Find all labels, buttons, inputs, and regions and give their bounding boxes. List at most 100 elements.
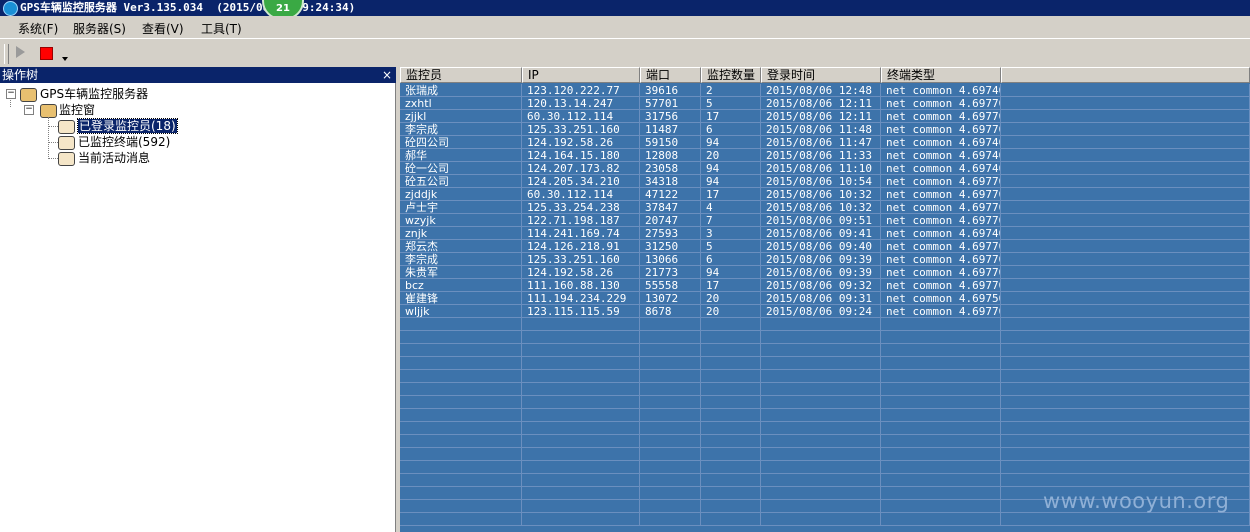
table-cell bbox=[881, 370, 1001, 383]
table-row[interactable]: wzyjk 122.71.198.187 20747 7 2015/08/06 09:5… bbox=[400, 214, 1250, 227]
table-row[interactable]: 李宗成 125.33.251.160 13066 6 2015/08/06 09:39 n… bbox=[400, 253, 1250, 266]
table-cell bbox=[640, 331, 701, 344]
panel-title: 操作树 bbox=[2, 68, 39, 82]
collapse-root-icon[interactable]: − bbox=[6, 89, 16, 99]
table-row[interactable]: wljjk 123.115.115.59 8678 20 2015/08/06 09:2… bbox=[400, 305, 1250, 318]
table-row[interactable]: 郑云杰 124.126.218.91 31250 5 2015/08/06 09:40 n… bbox=[400, 240, 1250, 253]
table-cell bbox=[701, 448, 761, 461]
tree-item-messages[interactable]: 当前活动消息 bbox=[78, 150, 150, 166]
table-row[interactable] bbox=[400, 331, 1250, 344]
table-cell: 2015/08/06 09:40 bbox=[761, 240, 881, 253]
table-row[interactable] bbox=[400, 513, 1250, 526]
table-row[interactable]: zjddjk 60.30.112.114 47122 17 2015/08/06 10:… bbox=[400, 188, 1250, 201]
table-cell bbox=[1001, 110, 1250, 123]
table-row[interactable] bbox=[400, 344, 1250, 357]
menu-system[interactable]: 系统(F) bbox=[18, 20, 58, 37]
table-row[interactable] bbox=[400, 318, 1250, 331]
tree-item-terminals[interactable]: 已监控终端(592) bbox=[78, 134, 170, 150]
table-cell: 120.13.14.247 bbox=[522, 97, 640, 110]
tree-root[interactable]: GPS车辆监控服务器 bbox=[40, 86, 148, 102]
table-cell: 31756 bbox=[640, 110, 701, 123]
table-row[interactable] bbox=[400, 474, 1250, 487]
table-cell: 17 bbox=[701, 188, 761, 201]
column-header-ip[interactable]: IP bbox=[522, 67, 640, 83]
tree-branch-monitor[interactable]: 监控窗 bbox=[59, 102, 95, 118]
table-cell bbox=[522, 318, 640, 331]
table-row[interactable]: 砼四公司 124.192.58.26 59150 94 2015/08/06 11:47… bbox=[400, 136, 1250, 149]
table-cell bbox=[761, 461, 881, 474]
table-row[interactable]: zxhtl 120.13.14.247 57701 5 2015/08/06 12:11… bbox=[400, 97, 1250, 110]
table-cell: 31250 bbox=[640, 240, 701, 253]
table-row[interactable]: zjjkl 60.30.112.114 31756 17 2015/08/06 12:1… bbox=[400, 110, 1250, 123]
table-cell bbox=[761, 383, 881, 396]
table-cell: 124.205.34.210 bbox=[522, 175, 640, 188]
table-row[interactable]: 李宗成 125.33.251.160 11487 6 2015/08/06 11:48 n… bbox=[400, 123, 1250, 136]
table-row[interactable]: 砼一公司 124.207.173.82 23058 94 2015/08/06 11:1… bbox=[400, 162, 1250, 175]
table-cell bbox=[640, 461, 701, 474]
table-row[interactable] bbox=[400, 422, 1250, 435]
table-cell bbox=[640, 435, 701, 448]
table-cell bbox=[640, 513, 701, 526]
table-cell: 23058 bbox=[640, 162, 701, 175]
table-row[interactable]: 张瑞成 123.120.222.77 39616 2 2015/08/06 12:48 n… bbox=[400, 84, 1250, 97]
table-cell: net_common 4.69770 bbox=[881, 188, 1001, 201]
play-icon[interactable] bbox=[16, 46, 25, 58]
table-cell bbox=[1001, 188, 1250, 201]
tree-item-logged-users[interactable]: 已登录监控员(18) bbox=[77, 118, 178, 134]
table-cell bbox=[400, 383, 522, 396]
chevron-down-icon[interactable] bbox=[62, 57, 68, 61]
table-cell bbox=[1001, 266, 1250, 279]
column-header-login-time[interactable]: 登录时间 bbox=[761, 67, 881, 83]
table-row[interactable]: 郝华 124.164.15.180 12808 20 2015/08/06 11:33 n… bbox=[400, 149, 1250, 162]
table-cell: 2015/08/06 11:33 bbox=[761, 149, 881, 162]
table-cell: 郝华 bbox=[400, 149, 522, 162]
table-row[interactable] bbox=[400, 448, 1250, 461]
table-row[interactable] bbox=[400, 370, 1250, 383]
stop-icon[interactable] bbox=[40, 47, 53, 60]
table-cell: 124.192.58.26 bbox=[522, 136, 640, 149]
table-row[interactable] bbox=[400, 383, 1250, 396]
table-row[interactable]: 朱贵军 124.192.58.26 21773 94 2015/08/06 09:39 n… bbox=[400, 266, 1250, 279]
table-row[interactable]: bcz 111.160.88.130 55558 17 2015/08/06 09:32… bbox=[400, 279, 1250, 292]
menu-view[interactable]: 查看(V) bbox=[142, 20, 184, 37]
table-row[interactable]: 崔建锋 111.194.234.229 13072 20 2015/08/06 09:3… bbox=[400, 292, 1250, 305]
table-row[interactable] bbox=[400, 435, 1250, 448]
column-header-count[interactable]: 监控数量 bbox=[701, 67, 761, 83]
table-cell bbox=[522, 331, 640, 344]
close-icon[interactable]: × bbox=[382, 67, 392, 83]
column-header-port[interactable]: 端口 bbox=[640, 67, 701, 83]
table-cell: 123.115.115.59 bbox=[522, 305, 640, 318]
table-cell: 砼一公司 bbox=[400, 162, 522, 175]
menu-tools[interactable]: 工具(T) bbox=[201, 20, 242, 37]
table-row[interactable]: 卢士宇 125.33.254.238 37847 4 2015/08/06 10:32 n… bbox=[400, 201, 1250, 214]
table-row[interactable] bbox=[400, 461, 1250, 474]
table-cell bbox=[701, 331, 761, 344]
table-cell: 124.126.218.91 bbox=[522, 240, 640, 253]
table-cell: 2015/08/06 12:11 bbox=[761, 110, 881, 123]
table-row[interactable] bbox=[400, 357, 1250, 370]
table-cell: zjddjk bbox=[400, 188, 522, 201]
table-cell bbox=[881, 409, 1001, 422]
column-header-user[interactable]: 监控员 bbox=[400, 67, 522, 83]
menu-server[interactable]: 服务器(S) bbox=[73, 20, 126, 37]
column-header-filler bbox=[1001, 67, 1250, 83]
column-header-terminal-type[interactable]: 终端类型 bbox=[881, 67, 1001, 83]
table-cell: net_common 4.69770 bbox=[881, 279, 1001, 292]
table-cell: znjk bbox=[400, 227, 522, 240]
table-cell: wzyjk bbox=[400, 214, 522, 227]
table-cell bbox=[1001, 435, 1250, 448]
table-cell: 94 bbox=[701, 266, 761, 279]
monitor-users-icon bbox=[58, 120, 75, 134]
table-cell bbox=[761, 474, 881, 487]
table-row[interactable] bbox=[400, 396, 1250, 409]
table-row[interactable]: 砼五公司 124.205.34.210 34318 94 2015/08/06 10:5… bbox=[400, 175, 1250, 188]
table-row[interactable]: znjk 114.241.169.74 27593 3 2015/08/06 09:41… bbox=[400, 227, 1250, 240]
table-cell: 17 bbox=[701, 110, 761, 123]
table-cell: 94 bbox=[701, 136, 761, 149]
table-row[interactable] bbox=[400, 409, 1250, 422]
table-cell: 124.164.15.180 bbox=[522, 149, 640, 162]
table-cell: 55558 bbox=[640, 279, 701, 292]
collapse-branch-icon[interactable]: − bbox=[24, 105, 34, 115]
table-cell bbox=[881, 344, 1001, 357]
toolbar-grip[interactable] bbox=[4, 44, 9, 64]
